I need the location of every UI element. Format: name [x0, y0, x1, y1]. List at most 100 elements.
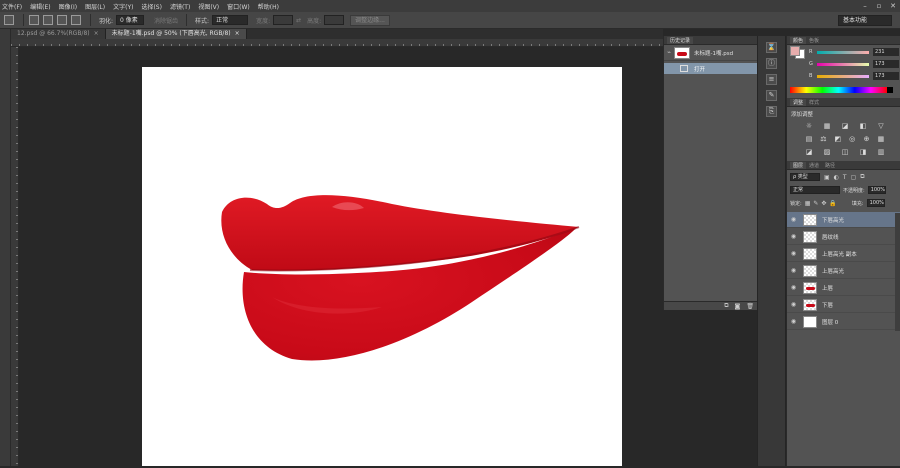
tab-styles[interactable]: 样式	[806, 99, 822, 106]
eye-icon[interactable]: ◉	[787, 233, 800, 240]
curves-icon[interactable]: ◪	[841, 122, 849, 130]
close-icon[interactable]: ×	[94, 30, 99, 37]
menu-type[interactable]: 文字(Y)	[113, 2, 133, 11]
tab-paths[interactable]: 路径	[822, 162, 838, 169]
eye-icon[interactable]: ◉	[787, 301, 800, 308]
channel-value[interactable]: 173	[873, 72, 899, 80]
color-spectrum[interactable]	[790, 87, 887, 93]
color-lookup-icon[interactable]: ▦	[877, 135, 885, 143]
history-dock-icon[interactable]: ⌛	[766, 42, 777, 53]
history-item-open[interactable]: 打开	[664, 63, 758, 74]
black-white-icon[interactable]: ◩	[834, 135, 842, 143]
close-icon[interactable]: ×	[235, 30, 240, 37]
tab-12-psd[interactable]: 12.psd @ 66.7%(RGB/8) ×	[11, 29, 106, 39]
tab-adjustments[interactable]: 调整	[790, 98, 807, 106]
slider-green[interactable]: G 173	[809, 60, 900, 68]
tab-color[interactable]: 颜色	[790, 36, 807, 44]
smart-filter-icon[interactable]: ⧉	[860, 173, 864, 181]
new-selection-icon[interactable]	[29, 15, 39, 25]
brightness-icon[interactable]: ☼	[805, 122, 813, 130]
menu-image[interactable]: 图像(I)	[59, 2, 77, 11]
menu-window[interactable]: 窗口(W)	[227, 2, 250, 11]
opacity-input[interactable]: 100%	[867, 186, 886, 194]
tab-lips-psd[interactable]: 未标题-1嘴.psd @ 50% (下唇高光, RGB/8) ×	[105, 29, 247, 39]
minimize-icon[interactable]: –	[858, 0, 872, 12]
swap-icon[interactable]: ⇄	[296, 17, 301, 24]
layer-name[interactable]: 唇纹线	[822, 233, 839, 241]
color-balance-icon[interactable]: ⚖	[819, 135, 827, 143]
layer-name[interactable]: 上唇高光 副本	[822, 250, 857, 258]
add-selection-icon[interactable]	[43, 15, 53, 25]
restore-icon[interactable]: ▫	[872, 0, 886, 12]
feather-input[interactable]: 0 像素	[116, 15, 145, 25]
refine-edge-button[interactable]: 调整边缘...	[350, 14, 390, 26]
vibrance-icon[interactable]: ▽	[877, 122, 885, 130]
intersect-selection-icon[interactable]	[71, 15, 81, 25]
levels-icon[interactable]: ▦	[823, 122, 831, 130]
image-filter-icon[interactable]: ▣	[824, 174, 830, 181]
lock-move-icon[interactable]: ✥	[821, 200, 826, 207]
layer-name[interactable]: 下唇高光	[822, 216, 844, 224]
layer-row[interactable]: ◉ 上唇	[787, 280, 900, 296]
layer-row[interactable]: ◉ 下唇	[787, 297, 900, 313]
layer-name[interactable]: 图层 0	[822, 318, 838, 326]
camera-icon[interactable]: ◙	[735, 303, 741, 310]
type-filter-icon[interactable]: T	[843, 174, 847, 181]
threshold-icon[interactable]: ◫	[841, 148, 849, 156]
fill-input[interactable]: 100%	[866, 199, 885, 207]
layers-scrollbar[interactable]	[895, 213, 900, 331]
layer-row[interactable]: ◉ 图层 0	[787, 314, 900, 330]
slider-track[interactable]	[817, 74, 869, 78]
style-select[interactable]: 正常	[212, 15, 249, 25]
adjustment-filter-icon[interactable]: ◐	[834, 174, 839, 181]
eye-icon[interactable]: ◉	[787, 318, 800, 325]
eye-icon[interactable]: ◉	[787, 216, 800, 223]
slider-red[interactable]: R 231	[809, 48, 900, 56]
layer-row[interactable]: ◉ 下唇高光	[787, 212, 900, 228]
blend-mode-select[interactable]: 正常	[790, 186, 840, 194]
menu-layer[interactable]: 图层(L)	[85, 2, 105, 11]
gradient-map-icon[interactable]: ▥	[877, 148, 885, 156]
slider-blue[interactable]: B 173	[809, 72, 900, 80]
lock-all-icon[interactable]: 🔒	[829, 200, 836, 207]
layer-name[interactable]: 上唇高光	[822, 267, 844, 275]
document-canvas[interactable]	[142, 67, 622, 466]
close-icon[interactable]: ✕	[886, 0, 900, 12]
lock-paint-icon[interactable]: ✎	[813, 200, 818, 207]
properties-dock-icon[interactable]: ≡	[766, 74, 777, 85]
history-snapshot[interactable]: ⌁ 未标题-1嘴.psd	[664, 45, 758, 61]
photo-filter-icon[interactable]: ◎	[848, 135, 856, 143]
exposure-icon[interactable]: ◧	[859, 122, 867, 130]
invert-icon[interactable]: ◪	[805, 148, 813, 156]
selective-color-icon[interactable]: ◨	[859, 148, 867, 156]
layer-kind-select[interactable]: ρ 类型	[790, 173, 820, 181]
antialias-checkbox[interactable]: 消除锯齿	[154, 16, 178, 25]
width-input[interactable]	[273, 15, 294, 25]
lock-transparency-icon[interactable]: ▦	[805, 200, 811, 207]
slider-track[interactable]	[817, 62, 869, 66]
height-input[interactable]	[324, 15, 345, 25]
channel-value[interactable]: 173	[873, 60, 899, 68]
menu-filter[interactable]: 滤镜(T)	[170, 2, 190, 11]
menu-file[interactable]: 文件(F)	[2, 2, 22, 11]
shape-filter-icon[interactable]: ▢	[851, 174, 857, 181]
posterize-icon[interactable]: ▨	[823, 148, 831, 156]
channel-mixer-icon[interactable]: ⊕	[863, 135, 871, 143]
channel-value[interactable]: 231	[873, 48, 899, 56]
hue-icon[interactable]: ▤	[805, 135, 813, 143]
layer-name[interactable]: 下唇	[822, 301, 833, 309]
menu-edit[interactable]: 编辑(E)	[30, 2, 50, 11]
layer-row[interactable]: ◉ 上唇高光 副本	[787, 246, 900, 262]
eye-icon[interactable]: ◉	[787, 250, 800, 257]
layer-row[interactable]: ◉ 唇纹线	[787, 229, 900, 245]
layer-name[interactable]: 上唇	[822, 284, 833, 292]
new-document-icon[interactable]: ⧉	[724, 302, 728, 310]
eye-icon[interactable]: ◉	[787, 284, 800, 291]
info-dock-icon[interactable]: ⓘ	[766, 58, 777, 69]
trash-icon[interactable]: 🗑	[746, 303, 754, 310]
menu-select[interactable]: 选择(S)	[141, 2, 162, 11]
tab-layers[interactable]: 图层	[790, 161, 807, 169]
tab-history[interactable]: 历史记录	[667, 36, 694, 44]
black-swatch[interactable]	[887, 87, 893, 93]
brush-dock-icon[interactable]: ✎	[766, 90, 777, 101]
